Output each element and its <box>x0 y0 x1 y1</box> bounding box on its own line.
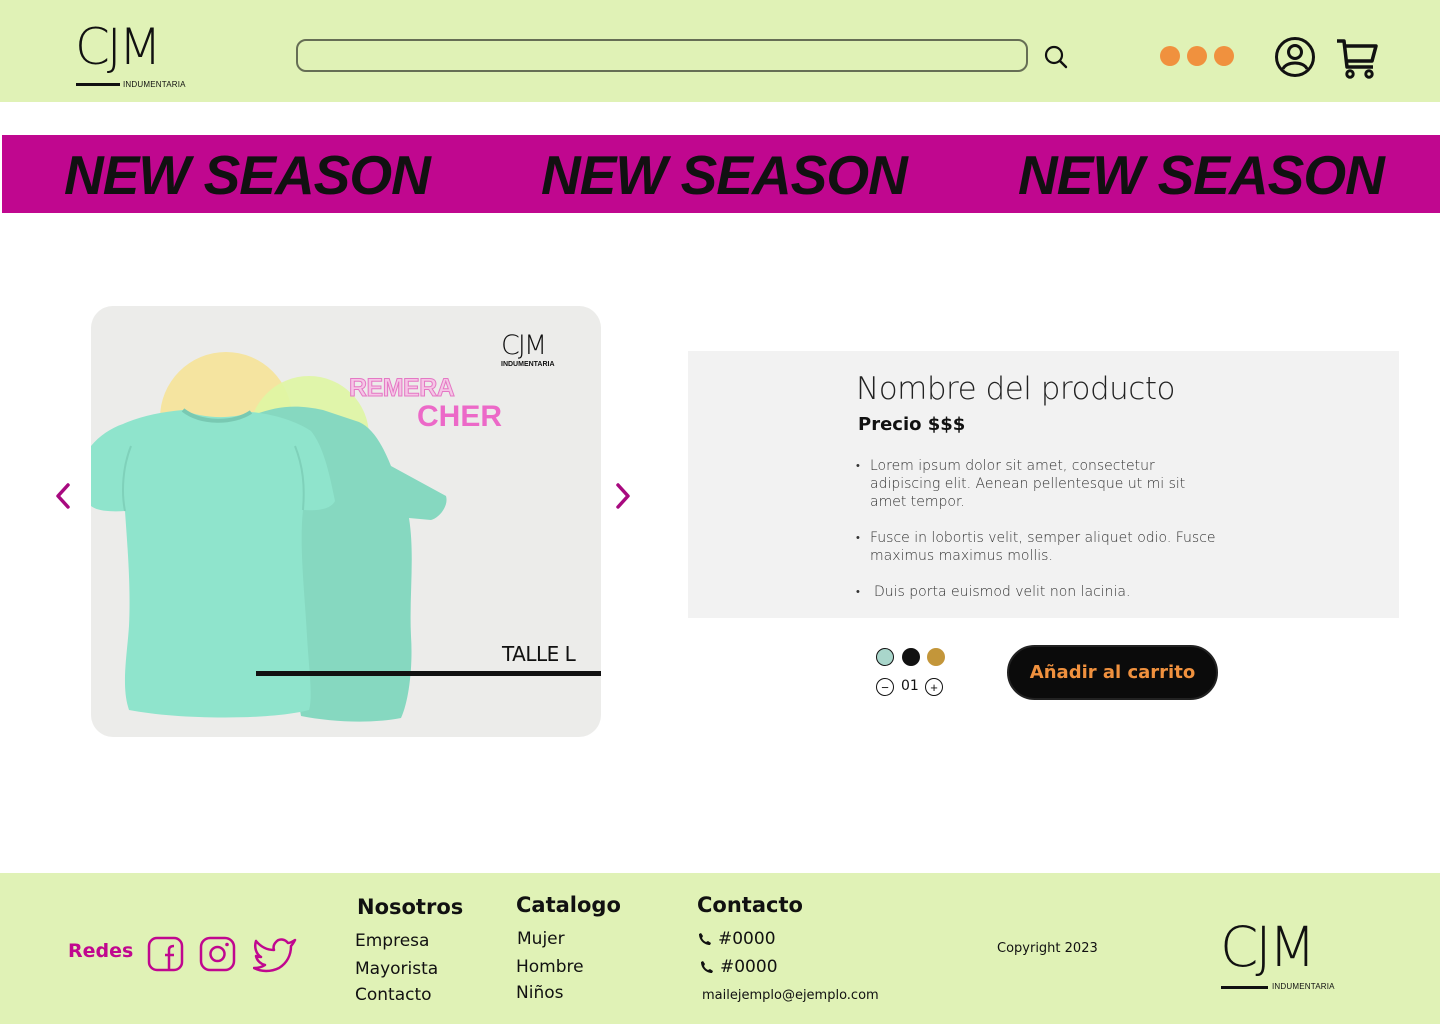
phone-line[interactable]: #0000 <box>698 929 776 949</box>
product-image: CJM INDUMENTARIA REMERA CHER TALLE L <box>91 306 601 737</box>
size-label: TALLE L <box>502 642 576 666</box>
facebook-link[interactable] <box>147 935 185 973</box>
nosotros-heading: Nosotros <box>357 895 464 919</box>
cart-button[interactable] <box>1334 35 1380 81</box>
footer-link-mujer[interactable]: Mujer <box>517 929 565 949</box>
product-line-label: REMERA <box>348 374 455 403</box>
description-item: Lorem ipsum dolor sit amet, consectetur … <box>856 457 1216 511</box>
next-image-button[interactable] <box>610 480 634 512</box>
footer-link-ninos[interactable]: Niños <box>516 983 563 1003</box>
instagram-link[interactable] <box>199 935 237 973</box>
chevron-left-icon <box>56 483 70 509</box>
logo-subtitle: INDUMENTARIA <box>123 80 186 89</box>
copyright: Copyright 2023 <box>997 941 1098 956</box>
social-label: Redes <box>68 940 134 962</box>
twitter-icon <box>252 938 297 973</box>
search-input[interactable] <box>296 39 1028 72</box>
color-swatch-black[interactable] <box>902 648 920 666</box>
header-logo[interactable]: CJM INDUMENTARIA <box>75 22 190 90</box>
footer-link-contacto[interactable]: Contacto <box>355 985 432 1005</box>
footer-link-hombre[interactable]: Hombre <box>516 957 584 977</box>
product-model-label: CHER <box>417 400 503 433</box>
color-swatch-gold[interactable] <box>927 648 945 666</box>
footer-logo[interactable]: CJM INDUMENTARIA <box>1220 920 1345 995</box>
phone-line[interactable]: #0000 <box>700 957 778 977</box>
decrease-quantity-button[interactable]: − <box>876 678 894 696</box>
more-dots-icon[interactable] <box>1160 46 1234 66</box>
prev-image-button[interactable] <box>52 480 76 512</box>
phone-icon <box>701 961 713 973</box>
search-icon <box>1044 45 1068 69</box>
description-item: Duis porta euismod velit non lacinia. <box>856 583 1216 601</box>
account-button[interactable] <box>1273 35 1317 79</box>
twitter-link[interactable] <box>252 935 297 973</box>
phone-icon <box>699 933 711 945</box>
phone-number: #0000 <box>720 957 778 977</box>
increase-quantity-button[interactable]: + <box>925 678 943 696</box>
product-name: Nombre del producto <box>856 371 1175 407</box>
user-icon <box>1275 37 1315 77</box>
dot <box>1187 46 1207 66</box>
phone-number: #0000 <box>718 929 776 949</box>
header: CJM INDUMENTARIA <box>0 0 1440 102</box>
contacto-heading: Contacto <box>697 893 803 917</box>
logo-mark: CJM <box>1220 915 1316 979</box>
logo-underline <box>1221 986 1268 989</box>
banner-text: NEW SEASON <box>64 144 431 206</box>
image-brand-mark: CJM <box>501 330 547 361</box>
product-price: Precio $$$ <box>858 414 966 435</box>
banner-text: NEW SEASON <box>541 144 908 206</box>
add-to-cart-button[interactable]: Añadir al carrito <box>1007 645 1218 700</box>
new-season-banner[interactable]: NEW SEASON NEW SEASON NEW SEASON <box>2 135 1440 213</box>
contact-email[interactable]: mailejemplo@ejemplo.com <box>702 988 879 1003</box>
logo-underline <box>76 83 120 86</box>
chevron-right-icon <box>616 483 630 509</box>
logo-mark: CJM <box>75 18 162 76</box>
quantity-value: 01 <box>901 678 919 694</box>
facebook-icon <box>147 936 184 972</box>
dot <box>1160 46 1180 66</box>
footer-link-mayorista[interactable]: Mayorista <box>355 959 438 979</box>
cart-icon <box>1337 39 1378 79</box>
footer-link-empresa[interactable]: Empresa <box>355 931 429 951</box>
description-item: Fusce in lobortis velit, semper aliquet … <box>856 529 1216 565</box>
size-underline <box>256 671 601 676</box>
logo-subtitle: INDUMENTARIA <box>1272 982 1335 991</box>
image-brand-subtitle: INDUMENTARIA <box>501 361 555 368</box>
product-description-list: Lorem ipsum dolor sit amet, consectetur … <box>856 457 1216 619</box>
search-button[interactable] <box>1042 43 1070 71</box>
product-info-panel: Nombre del producto Precio $$$ Lorem ips… <box>688 351 1399 618</box>
banner-text: NEW SEASON <box>1018 144 1385 206</box>
dot <box>1214 46 1234 66</box>
color-swatch-mint[interactable] <box>876 648 894 666</box>
catalogo-heading: Catalogo <box>516 893 621 917</box>
instagram-icon <box>199 936 236 972</box>
footer: Redes Nosotros Empresa Mayorista Contact… <box>0 873 1440 1024</box>
